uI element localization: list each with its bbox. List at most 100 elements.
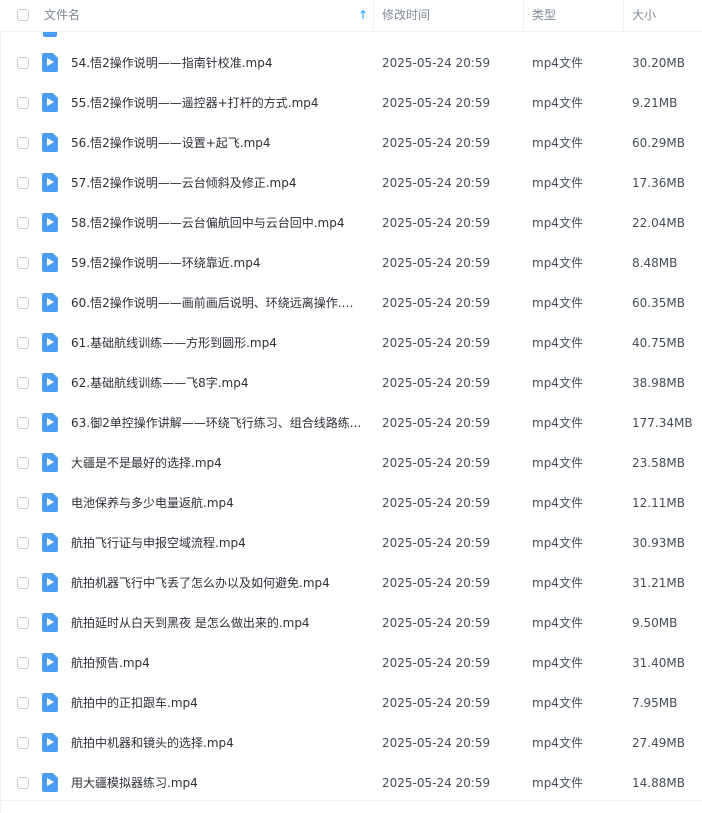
column-divider[interactable] <box>623 0 624 31</box>
file-size: 30.93MB <box>632 536 685 550</box>
file-name[interactable]: 电池保养与多少电量返航.mp4 <box>71 483 363 523</box>
video-file-icon <box>42 573 58 592</box>
file-size: 60.29MB <box>632 136 685 150</box>
file-name[interactable]: 航拍预告.mp4 <box>71 643 363 683</box>
file-name[interactable]: 54.悟2操作说明——指南针校准.mp4 <box>71 43 363 83</box>
file-modified-time: 2025-05-24 20:59 <box>382 216 491 230</box>
file-row[interactable]: 用大疆模拟器练习.mp4 2025-05-24 20:59 mp4文件 14.88MB <box>0 763 702 803</box>
file-row[interactable]: 54.悟2操作说明——指南针校准.mp4 2025-05-24 20:59 mp4文… <box>0 43 702 83</box>
row-checkbox[interactable] <box>17 777 29 789</box>
row-checkbox[interactable] <box>17 697 29 709</box>
file-type: mp4文件 <box>532 536 583 550</box>
video-file-icon <box>42 373 58 392</box>
row-checkbox[interactable] <box>17 97 29 109</box>
file-size: 17.36MB <box>632 176 685 190</box>
row-checkbox[interactable] <box>17 617 29 629</box>
file-name[interactable]: 航拍中机器和镜头的选择.mp4 <box>71 723 363 763</box>
play-icon <box>47 58 54 66</box>
file-modified-time: 2025-05-24 20:59 <box>382 776 491 790</box>
file-modified-time: 2025-05-24 20:59 <box>382 256 491 270</box>
file-name[interactable]: 59.悟2操作说明——环绕靠近.mp4 <box>71 243 363 283</box>
file-row[interactable]: 航拍飞行证与申报空域流程.mp4 2025-05-24 20:59 mp4文件 30.… <box>0 523 702 563</box>
file-modified-time: 2025-05-24 20:59 <box>382 496 491 510</box>
file-row[interactable]: 63.御2单控操作讲解——环绕飞行练习、组合线路练... 2025-05-24 2… <box>0 403 702 443</box>
row-checkbox[interactable] <box>17 137 29 149</box>
row-checkbox[interactable] <box>17 377 29 389</box>
sort-ascending-icon[interactable]: ↑ <box>358 0 368 31</box>
file-row[interactable]: 60.悟2操作说明——画前画后说明、环绕远离操作.m... 2025-05-24 … <box>0 283 702 323</box>
file-row[interactable]: 57.悟2操作说明——云台倾斜及修正.mp4 2025-05-24 20:59 mp… <box>0 163 702 203</box>
column-header-size[interactable]: 大小 <box>632 0 656 31</box>
file-name[interactable]: 56.悟2操作说明——设置+起飞.mp4 <box>71 123 363 163</box>
file-row[interactable]: 航拍中的正扣跟车.mp4 2025-05-24 20:59 mp4文件 7.95MB <box>0 683 702 723</box>
file-type: mp4文件 <box>532 696 583 710</box>
row-checkbox[interactable] <box>17 457 29 469</box>
video-file-icon <box>42 333 58 352</box>
file-name[interactable]: 航拍机器飞行中飞丢了怎么办以及如何避免.mp4 <box>71 563 363 603</box>
row-checkbox[interactable] <box>17 297 29 309</box>
file-name[interactable]: 用大疆模拟器练习.mp4 <box>71 763 363 803</box>
file-type: mp4文件 <box>532 56 583 70</box>
file-name[interactable]: 55.悟2操作说明——遥控器+打杆的方式.mp4 <box>71 83 363 123</box>
row-checkbox[interactable] <box>17 577 29 589</box>
file-row[interactable]: 航拍延时从白天到黑夜 是怎么做出来的.mp4 2025-05-24 20:59 mp… <box>0 603 702 643</box>
file-type: mp4文件 <box>532 616 583 630</box>
file-name[interactable]: 航拍中的正扣跟车.mp4 <box>71 683 363 723</box>
file-type: mp4文件 <box>532 96 583 110</box>
row-checkbox[interactable] <box>17 737 29 749</box>
file-row[interactable]: 61.基础航线训练——方形到圆形.mp4 2025-05-24 20:59 mp4文… <box>0 323 702 363</box>
file-row[interactable]: 航拍中机器和镜头的选择.mp4 2025-05-24 20:59 mp4文件 27.4… <box>0 723 702 763</box>
file-row[interactable]: 大疆是不是最好的选择.mp4 2025-05-24 20:59 mp4文件 23.58… <box>0 443 702 483</box>
file-row[interactable]: 56.悟2操作说明——设置+起飞.mp4 2025-05-24 20:59 mp4文… <box>0 123 702 163</box>
file-name[interactable]: 57.悟2操作说明——云台倾斜及修正.mp4 <box>71 163 363 203</box>
play-icon <box>47 578 54 586</box>
file-row[interactable]: 62.基础航线训练——飞8字.mp4 2025-05-24 20:59 mp4文件 3… <box>0 363 702 403</box>
play-icon <box>47 458 54 466</box>
file-row[interactable]: 55.悟2操作说明——遥控器+打杆的方式.mp4 2025-05-24 20:59… <box>0 83 702 123</box>
column-header-type[interactable]: 类型 <box>532 0 556 31</box>
row-checkbox[interactable] <box>17 57 29 69</box>
row-checkbox[interactable] <box>17 337 29 349</box>
row-checkbox[interactable] <box>17 177 29 189</box>
file-name[interactable]: 航拍延时从白天到黑夜 是怎么做出来的.mp4 <box>71 603 363 643</box>
play-icon <box>47 338 54 346</box>
file-name[interactable]: 大疆是不是最好的选择.mp4 <box>71 443 363 483</box>
video-file-icon <box>42 733 58 752</box>
video-file-icon <box>42 493 58 512</box>
file-name[interactable]: 58.悟2操作说明——云台偏航回中与云台回中.mp4 <box>71 203 363 243</box>
file-row[interactable]: 航拍机器飞行中飞丢了怎么办以及如何避免.mp4 2025-05-24 20:59 m… <box>0 563 702 603</box>
file-name[interactable]: 62.基础航线训练——飞8字.mp4 <box>71 363 363 403</box>
file-list[interactable]: 54.悟2操作说明——指南针校准.mp4 2025-05-24 20:59 mp4文… <box>0 31 702 813</box>
row-checkbox[interactable] <box>17 217 29 229</box>
play-icon <box>47 498 54 506</box>
file-row[interactable]: 电池保养与多少电量返航.mp4 2025-05-24 20:59 mp4文件 12.1… <box>0 483 702 523</box>
file-size: 27.49MB <box>632 736 685 750</box>
file-modified-time: 2025-05-24 20:59 <box>382 376 491 390</box>
file-name[interactable]: 航拍飞行证与申报空域流程.mp4 <box>71 523 363 563</box>
row-checkbox[interactable] <box>17 417 29 429</box>
row-checkbox[interactable] <box>17 497 29 509</box>
play-icon <box>47 178 54 186</box>
column-divider[interactable] <box>523 0 524 31</box>
file-name[interactable]: 61.基础航线训练——方形到圆形.mp4 <box>71 323 363 363</box>
file-modified-time: 2025-05-24 20:59 <box>382 176 491 190</box>
file-size: 14.88MB <box>632 776 685 790</box>
column-header-name[interactable]: 文件名 <box>44 0 80 31</box>
column-header-modified[interactable]: 修改时间 <box>382 0 430 31</box>
file-name[interactable]: 63.御2单控操作讲解——环绕飞行练习、组合线路练... <box>71 403 363 443</box>
video-file-icon <box>42 93 58 112</box>
file-name[interactable]: 60.悟2操作说明——画前画后说明、环绕远离操作.m... <box>71 283 363 323</box>
select-all-checkbox[interactable] <box>17 9 29 21</box>
file-row[interactable]: 航拍预告.mp4 2025-05-24 20:59 mp4文件 31.40MB <box>0 643 702 683</box>
file-row[interactable]: 58.悟2操作说明——云台偏航回中与云台回中.mp4 2025-05-24 20:… <box>0 203 702 243</box>
column-divider[interactable] <box>373 0 374 31</box>
video-file-icon <box>42 453 58 472</box>
row-checkbox[interactable] <box>17 657 29 669</box>
row-checkbox[interactable] <box>17 537 29 549</box>
row-checkbox[interactable] <box>17 257 29 269</box>
file-type: mp4文件 <box>532 136 583 150</box>
file-modified-time: 2025-05-24 20:59 <box>382 616 491 630</box>
file-size: 23.58MB <box>632 456 685 470</box>
file-type: mp4文件 <box>532 376 583 390</box>
file-row[interactable]: 59.悟2操作说明——环绕靠近.mp4 2025-05-24 20:59 mp4文件… <box>0 243 702 283</box>
